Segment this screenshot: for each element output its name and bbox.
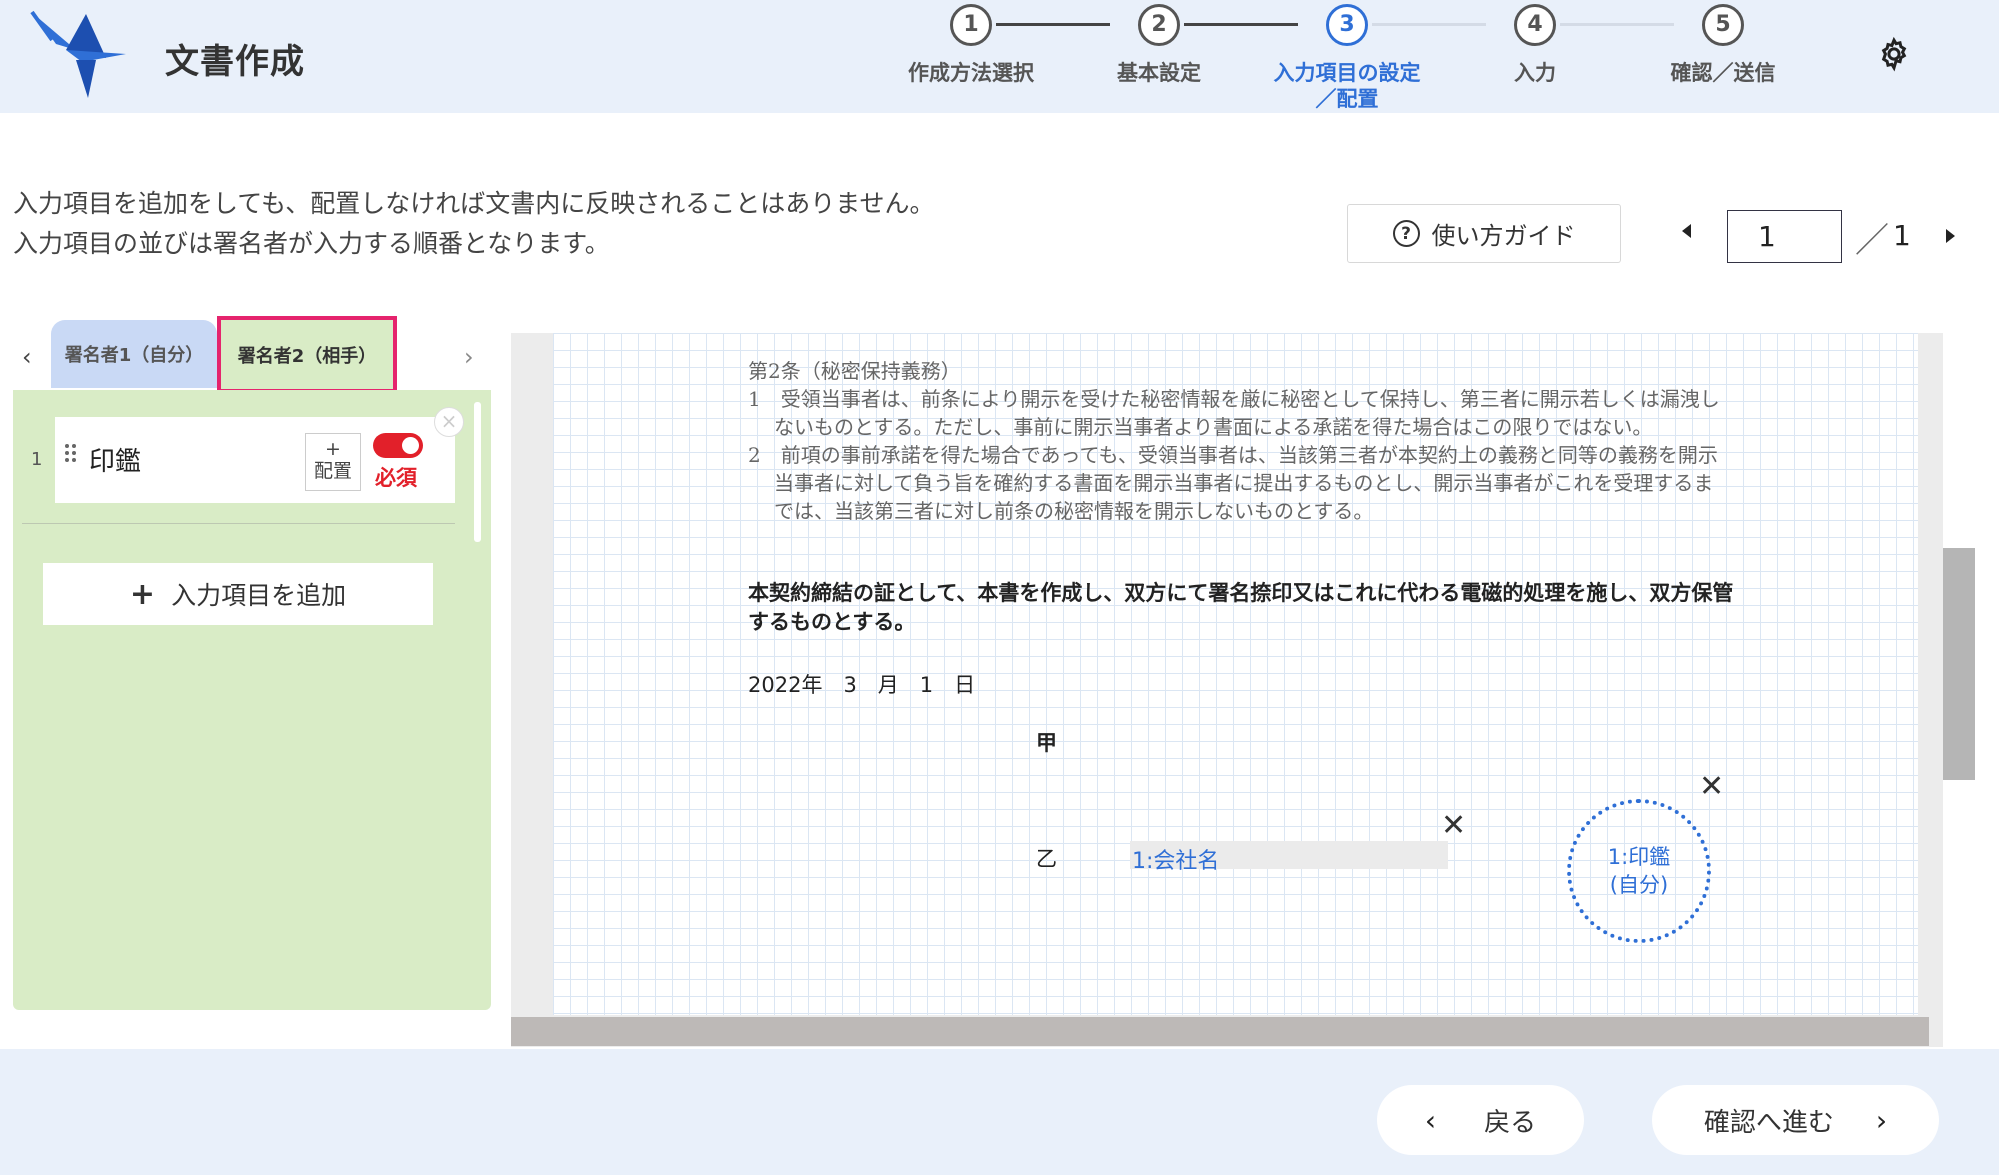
closing-statement: 本契約締結の証として、本書を作成し、双方にて署名捺印又はこれに代わる電磁的処理を…	[748, 581, 1734, 634]
back-button[interactable]: ‹ 戻る	[1377, 1085, 1584, 1155]
remove-field-icon[interactable]: ×	[434, 407, 464, 437]
step-number: 4	[1514, 4, 1556, 46]
progress-steps: 1 作成方法選択 2 基本設定 3 入力項目の設定 ／配置 4 入力 5 確認／…	[0, 0, 1999, 113]
help-icon: ?	[1392, 220, 1420, 247]
tab-signer-1[interactable]: 署名者1（自分）	[51, 320, 217, 388]
required-label: 必須	[375, 466, 417, 490]
place-label: 配置	[313, 460, 352, 482]
step-number: 5	[1702, 4, 1744, 46]
step-5: 5 確認／送信	[1623, 4, 1823, 86]
step-1: 1 作成方法選択	[871, 4, 1071, 86]
horizontal-scrollbar[interactable]	[511, 1017, 1929, 1046]
usage-guide-button[interactable]: ? 使い方ガイド	[1347, 204, 1621, 263]
next-label: 確認へ進む	[1703, 1107, 1834, 1138]
step-label-line1: 入力項目の設定	[1273, 61, 1421, 85]
step-label-line2: ／配置	[1315, 87, 1379, 111]
article-paragraph-2: 2 前項の事前承諾を得た場合であっても、受領当事者は、当該第三者が本契約上の義務…	[748, 443, 1718, 523]
step-number: 1	[950, 4, 992, 46]
gear-icon[interactable]	[1876, 36, 1912, 72]
step-3-active: 3 入力項目の設定 ／配置	[1247, 4, 1447, 112]
step-number: 2	[1138, 4, 1180, 46]
proceed-to-confirm-button[interactable]: 確認へ進む ›	[1652, 1085, 1939, 1155]
party-b-label: 乙	[1036, 847, 1057, 871]
required-toggle[interactable]	[373, 433, 423, 458]
step-2: 2 基本設定	[1059, 4, 1259, 86]
seal-label-line2: (自分)	[1609, 873, 1669, 897]
document-article: 第2条（秘密保持義務） 1 受領当事者は、前条により開示を受けた秘密情報を厳に秘…	[748, 357, 1728, 525]
add-field-button[interactable]: + 入力項目を追加	[43, 563, 433, 625]
field-name: 印鑑	[89, 447, 142, 477]
divider	[22, 523, 455, 524]
next-page-icon[interactable]	[1946, 229, 1955, 243]
chevron-right-icon: ›	[1875, 1103, 1888, 1137]
step-label: 入力	[1514, 61, 1556, 85]
place-button[interactable]: + 配置	[305, 433, 361, 491]
step-number: 3	[1326, 4, 1368, 46]
field-item[interactable]: 印鑑 + 配置 必須	[55, 417, 455, 503]
step-label: 確認／送信	[1670, 61, 1776, 85]
instruction-line2: 入力項目の並びは署名者が入力する順番となります。	[13, 229, 610, 258]
step-label: 作成方法選択	[908, 61, 1034, 85]
page-total: 1	[1893, 219, 1911, 252]
usage-guide-label: 使い方ガイド	[1431, 222, 1576, 250]
panel-scrollbar[interactable]	[474, 402, 481, 542]
chevron-left-icon: ‹	[1424, 1103, 1437, 1137]
drag-handle-icon[interactable]	[65, 444, 77, 464]
plus-icon: +	[129, 576, 156, 612]
tab-signer-2[interactable]: 署名者2（相手）	[217, 316, 397, 393]
add-field-label: 入力項目を追加	[171, 581, 347, 610]
plus-icon: +	[325, 438, 341, 460]
close-icon[interactable]: ✕	[1699, 769, 1724, 804]
instruction-text: 入力項目を追加をしても、配置しなければ文書内に反映されることはありません。 入力…	[13, 184, 935, 264]
page-separator: ／	[1855, 221, 1889, 261]
seal-label-line1: 1:印鑑	[1607, 845, 1671, 869]
party-a-label: 甲	[1036, 731, 1057, 755]
prev-page-icon[interactable]	[1682, 224, 1691, 238]
document-date: 2022年 3 月 1 日	[748, 673, 976, 697]
company-name-field-label: 1:会社名	[1132, 849, 1220, 874]
field-index: 1	[31, 449, 43, 470]
article-paragraph-1: 1 受領当事者は、前条により開示を受けた秘密情報を厳に秘密として保持し、第三者に…	[748, 387, 1720, 439]
step-label: 入力項目の設定 ／配置	[1247, 60, 1447, 112]
step-4: 4 入力	[1435, 4, 1635, 86]
page-number-input[interactable]	[1727, 210, 1842, 263]
vertical-scrollbar[interactable]	[1943, 548, 1975, 780]
close-icon[interactable]: ✕	[1441, 808, 1466, 843]
instruction-line1: 入力項目を追加をしても、配置しなければ文書内に反映されることはありません。	[13, 189, 935, 218]
chevron-right-icon[interactable]: ›	[464, 343, 474, 371]
step-label: 基本設定	[1117, 61, 1201, 85]
seal-placed-field[interactable]: 1:印鑑 (自分)	[1567, 799, 1711, 943]
chevron-left-icon[interactable]: ‹	[22, 343, 32, 371]
back-label: 戻る	[1484, 1107, 1537, 1138]
article-title: 第2条（秘密保持義務）	[748, 359, 961, 383]
